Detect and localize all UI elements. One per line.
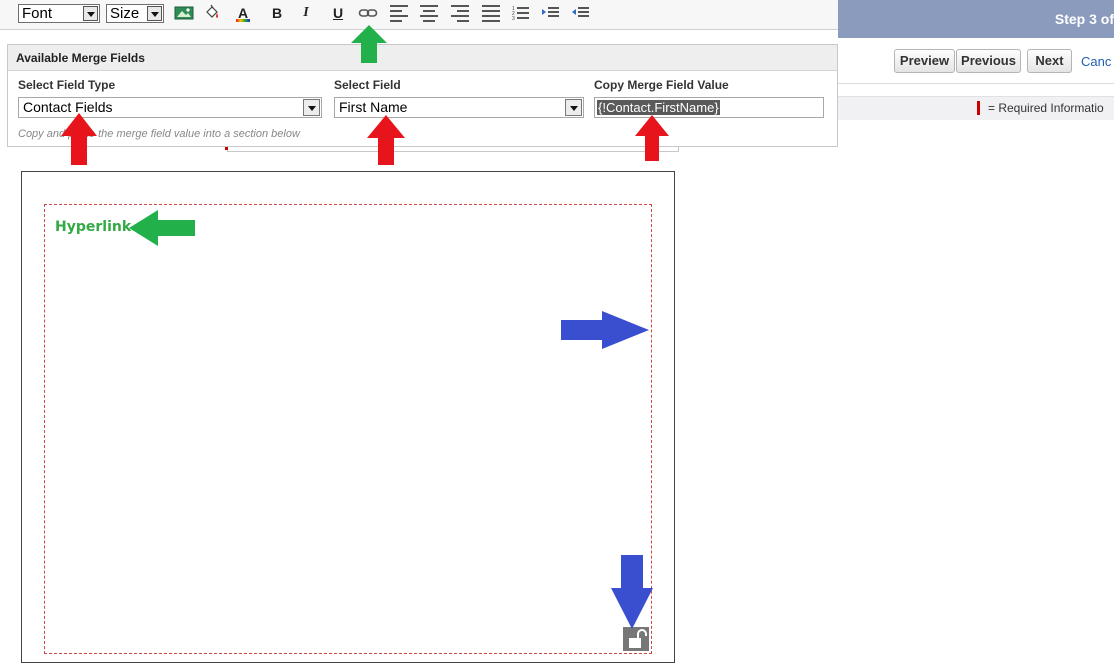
indent-icon[interactable]: [541, 3, 561, 23]
required-legend-text: = Required Informatio: [988, 101, 1104, 115]
underline-button[interactable]: U: [331, 4, 345, 22]
align-center-icon[interactable]: [420, 5, 438, 22]
merge-fields-title: Available Merge Fields: [8, 45, 837, 71]
annotation-arrow-down-blue: [611, 555, 653, 629]
link-icon[interactable]: [358, 3, 378, 23]
font-select-label: Font: [22, 5, 53, 22]
required-marker: [977, 101, 980, 115]
outdent-icon[interactable]: [571, 3, 591, 23]
annotation-arrow-up-red: [635, 115, 669, 161]
align-justify-icon[interactable]: [482, 5, 500, 22]
hyperlink-text[interactable]: Hyperlink: [55, 219, 131, 235]
field-value: First Name: [339, 99, 408, 115]
next-button[interactable]: Next: [1027, 49, 1072, 73]
email-template-editor[interactable]: Hyperlink: [21, 171, 675, 663]
copy-value-input[interactable]: {!Contact.FirstName}: [594, 97, 824, 118]
chevron-down-icon: [83, 6, 98, 21]
unlock-icon[interactable]: [623, 627, 649, 651]
merge-fields-panel: Available Merge Fields Select Field Type…: [7, 44, 838, 147]
svg-text:3: 3: [512, 16, 515, 22]
step-indicator: Step 3 of: [1054, 11, 1114, 27]
numbered-list-icon[interactable]: 1 2 3: [511, 3, 531, 23]
annotation-arrow-up-red: [61, 113, 97, 165]
size-select[interactable]: Size: [106, 4, 164, 23]
copy-value-text: {!Contact.FirstName}: [597, 100, 720, 115]
annotation-arrow-right-blue: [561, 311, 649, 349]
fill-color-icon[interactable]: [202, 3, 222, 23]
chevron-down-icon: [303, 99, 320, 116]
previous-button[interactable]: Previous: [956, 49, 1021, 73]
chevron-down-icon: [565, 99, 582, 116]
wizard-step-header: Step 3 of: [838, 0, 1114, 38]
annotation-arrow-left-green: [129, 210, 195, 246]
align-left-icon[interactable]: [390, 5, 408, 22]
bold-button[interactable]: B: [270, 4, 284, 22]
field-label: Select Field: [334, 78, 401, 92]
editor-toolbar: Font Size A B I U 1 2 3: [0, 0, 838, 30]
annotation-arrow-up-green: [351, 25, 387, 63]
editable-section[interactable]: Hyperlink: [44, 204, 652, 654]
required-legend: = Required Informatio: [838, 96, 1114, 120]
copy-value-label: Copy Merge Field Value: [594, 78, 729, 92]
insert-image-icon[interactable]: [174, 3, 194, 23]
cancel-link[interactable]: Canc: [1081, 54, 1111, 69]
align-right-icon[interactable]: [451, 5, 469, 22]
field-type-label: Select Field Type: [18, 78, 116, 92]
wizard-nav: Preview Previous Next Canc: [838, 40, 1114, 84]
text-color-label: A: [237, 5, 249, 21]
size-select-label: Size: [110, 5, 140, 22]
italic-button[interactable]: I: [299, 4, 313, 22]
preview-button[interactable]: Preview: [894, 49, 955, 73]
font-select[interactable]: Font: [18, 4, 100, 23]
chevron-down-icon: [147, 6, 162, 21]
text-color-button[interactable]: A: [236, 4, 250, 22]
annotation-arrow-up-red: [367, 115, 405, 165]
